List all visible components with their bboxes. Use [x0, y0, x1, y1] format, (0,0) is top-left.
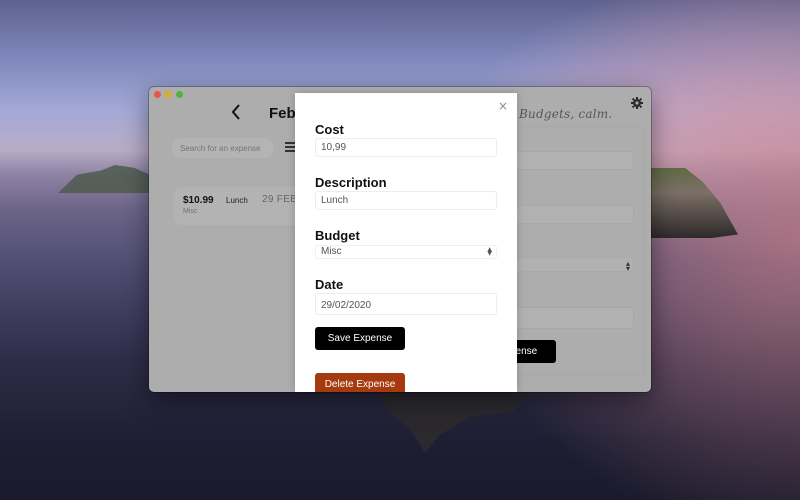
- date-input[interactable]: [315, 293, 497, 315]
- budget-select[interactable]: Misc ▲ ▼: [315, 245, 497, 259]
- budget-label: Budget: [315, 228, 360, 243]
- wallpaper-island: [380, 393, 530, 453]
- chevron-left-icon[interactable]: [231, 104, 241, 124]
- minimize-window-button[interactable]: [165, 91, 172, 98]
- cost-input[interactable]: [315, 138, 497, 157]
- edit-expense-modal: × Cost Description Budget Misc ▲▼ Date S…: [295, 93, 517, 392]
- close-window-button[interactable]: [154, 91, 161, 98]
- budget-select-value: Misc: [321, 246, 342, 257]
- gear-icon[interactable]: [631, 96, 643, 109]
- expense-date: 29 FEB: [262, 194, 298, 205]
- select-arrows-icon: ▴ ▾: [625, 259, 630, 273]
- save-expense-button[interactable]: Save Expense: [315, 327, 405, 350]
- select-arrows-icon: ▲ ▼: [487, 246, 492, 257]
- wallpaper-headland-right: [650, 168, 738, 238]
- delete-expense-button[interactable]: Delete Expense: [315, 373, 405, 392]
- expense-amount: $10.99: [183, 195, 214, 206]
- filter-icon[interactable]: [285, 141, 295, 153]
- search-input[interactable]: [172, 138, 274, 158]
- description-input[interactable]: [315, 191, 497, 210]
- maximize-window-button[interactable]: [176, 91, 183, 98]
- description-label: Description: [315, 175, 387, 190]
- wallpaper-headland-left: [58, 165, 153, 193]
- brand-logo: Budgets, calm.: [519, 107, 613, 121]
- expense-budget: Misc: [183, 208, 198, 215]
- expense-description: Lunch: [226, 196, 248, 205]
- close-icon[interactable]: ×: [498, 100, 508, 112]
- window-controls: [154, 91, 183, 98]
- date-label: Date: [315, 277, 344, 292]
- cost-label: Cost: [315, 122, 344, 137]
